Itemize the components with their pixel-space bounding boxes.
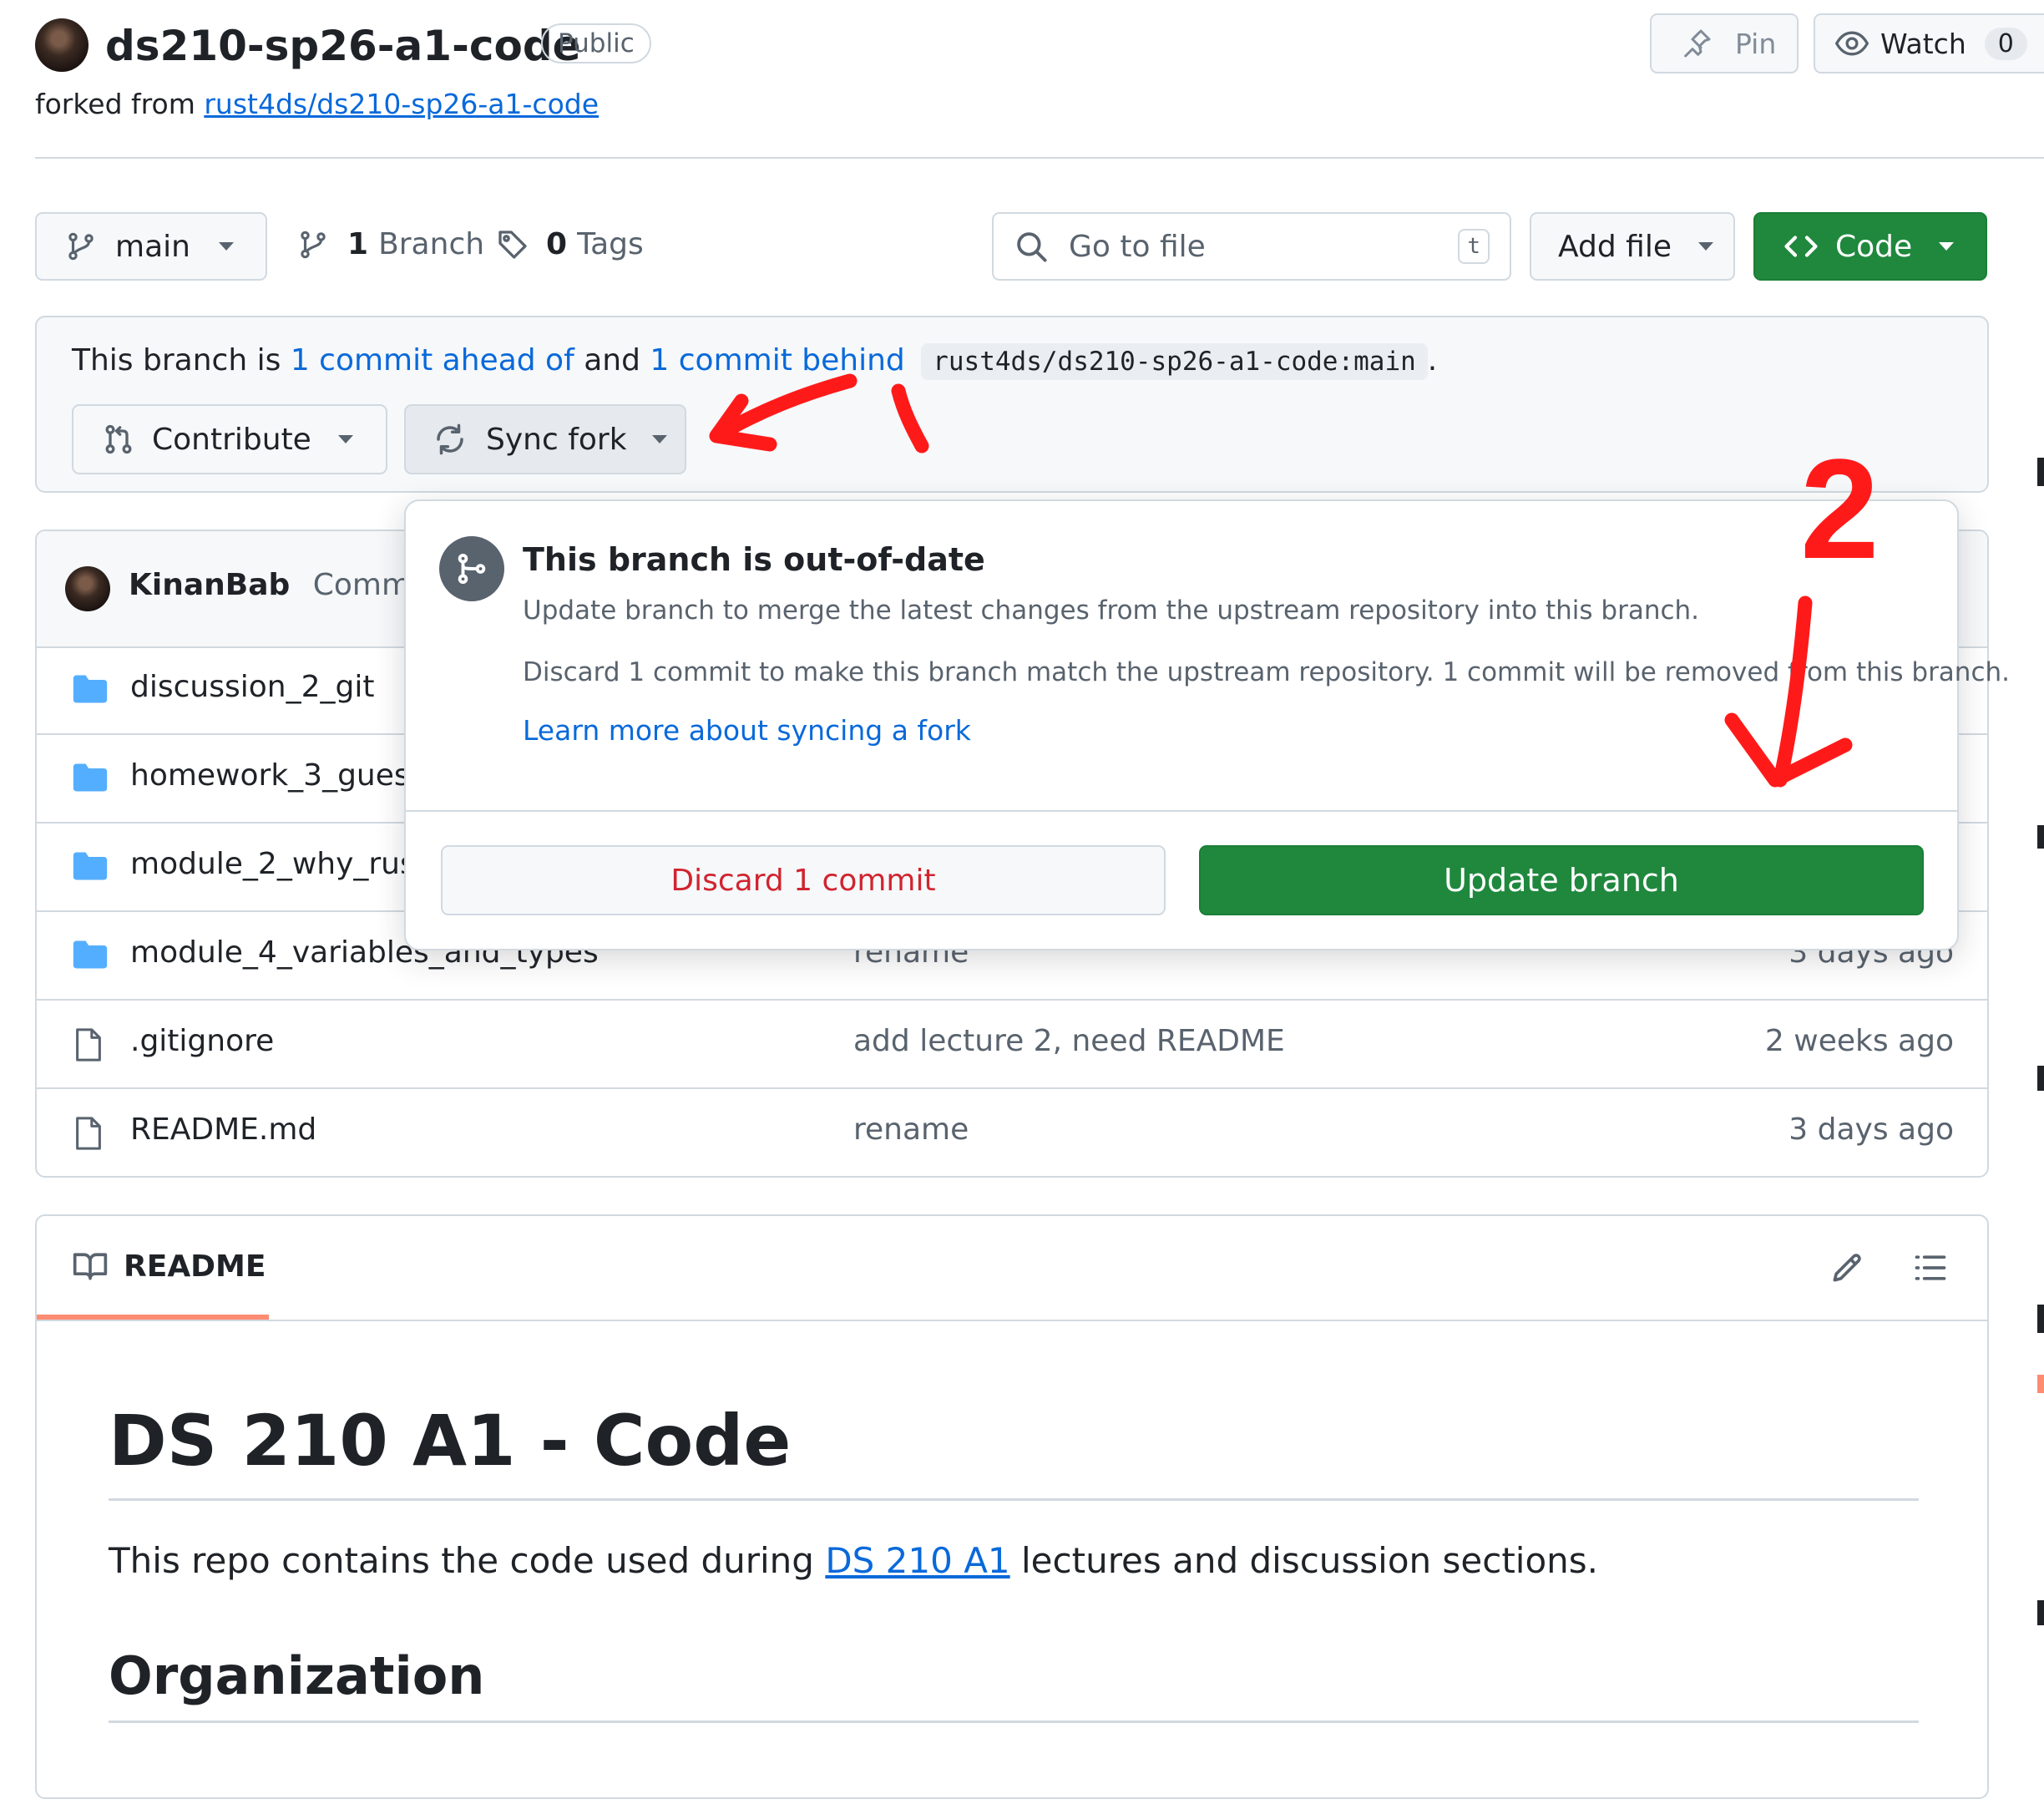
sidebar-fragment xyxy=(2037,1600,2044,1625)
annotation-overlay: 2 xyxy=(709,373,1880,788)
sidebar-fragment xyxy=(2037,1375,2044,1393)
sidebar-fragment xyxy=(2037,1066,2044,1091)
sidebar-fragment xyxy=(2037,825,2044,849)
sidebar-fragment xyxy=(2037,1305,2044,1333)
annotation-number-1-mark xyxy=(891,383,929,454)
sidebar-fragment xyxy=(2037,458,2044,486)
annotation-number-2: 2 xyxy=(1800,430,1880,589)
annotation-arrow-2-shaft xyxy=(1773,595,1813,788)
